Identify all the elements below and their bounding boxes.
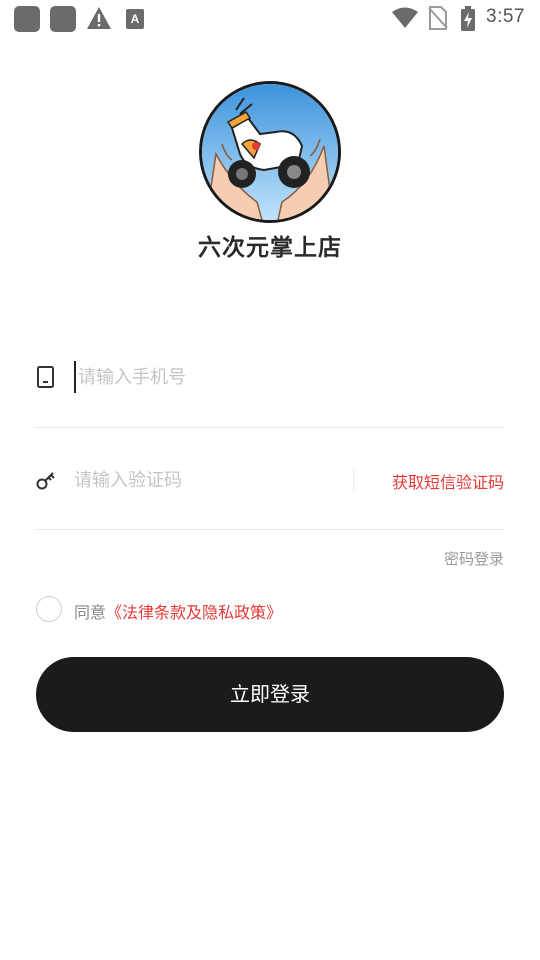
no-sim-icon	[428, 6, 448, 30]
status-time: 3:57	[486, 6, 525, 27]
brand-logo	[199, 81, 341, 223]
agreement-text: 同意《法律条款及隐私政策》	[74, 599, 282, 623]
vertical-separator	[353, 468, 354, 492]
a-icon: A	[126, 9, 144, 29]
battery-charging-icon	[461, 6, 475, 31]
brand-name: 六次元掌上店	[198, 235, 342, 261]
warning-icon	[87, 7, 111, 29]
status-bar: A 3:57	[0, 0, 540, 36]
brand-logo-image	[202, 84, 338, 220]
a-icon-letter: A	[131, 12, 140, 26]
code-input[interactable]	[74, 464, 344, 496]
divider	[36, 427, 504, 428]
code-field-row: 获取短信验证码	[36, 448, 504, 512]
app-notification-icon	[50, 6, 76, 32]
phone-input[interactable]	[74, 361, 494, 393]
phone-field-row	[36, 345, 504, 409]
agreement-policy-link[interactable]: 《法律条款及隐私政策》	[106, 603, 282, 622]
divider	[36, 529, 504, 530]
app-notification-icon	[14, 6, 40, 32]
phone-icon	[37, 366, 54, 388]
agreement-prefix: 同意	[74, 603, 107, 622]
agree-checkbox[interactable]	[36, 596, 62, 622]
key-icon	[36, 472, 55, 490]
password-login-link[interactable]: 密码登录	[444, 548, 504, 569]
login-button[interactable]: 立即登录	[36, 657, 504, 732]
wifi-icon	[392, 7, 418, 28]
get-sms-code-button[interactable]: 获取短信验证码	[392, 469, 504, 493]
